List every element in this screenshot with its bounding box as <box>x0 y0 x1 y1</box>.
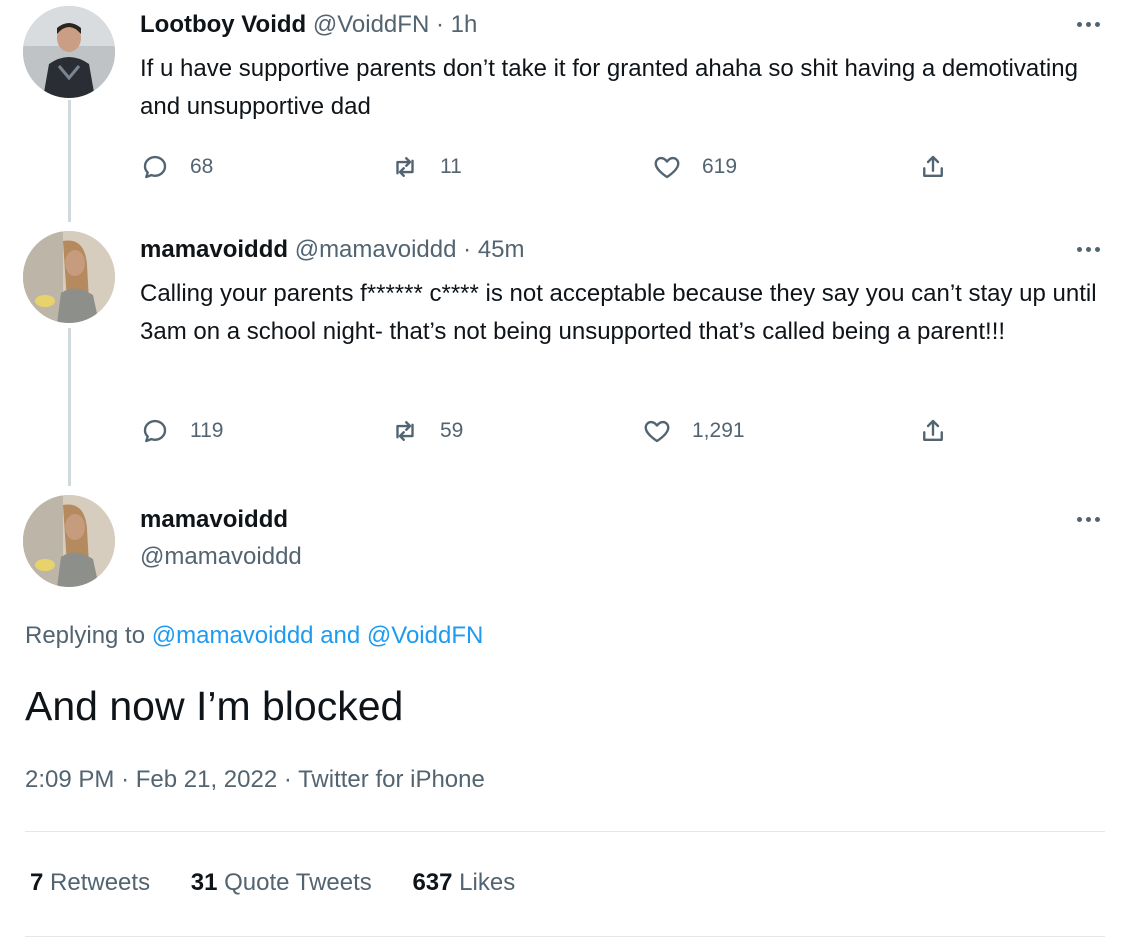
retweets-stat[interactable]: 7 Retweets <box>30 869 150 896</box>
reply-count: 68 <box>190 155 214 178</box>
avatar-image <box>23 6 115 98</box>
reply-mention-and: and <box>320 622 361 649</box>
reply-icon <box>140 152 170 182</box>
thread-line <box>68 328 71 486</box>
replying-prefix: Replying to <box>25 622 146 649</box>
quote-tweets-stat[interactable]: 31 Quote Tweets <box>191 869 372 896</box>
more-icon[interactable] <box>1068 239 1108 259</box>
focal-tweet-text: And now I’m blocked <box>25 683 404 729</box>
reply-mention-link[interactable]: @mamavoiddd <box>152 622 314 649</box>
handle[interactable]: @mamavoiddd <box>295 236 457 263</box>
tweet-date[interactable]: Feb 21, 2022 <box>136 766 277 793</box>
reply-button[interactable]: 119 <box>140 416 223 446</box>
tweet-time[interactable]: 2:09 PM <box>25 766 114 793</box>
like-button[interactable]: 619 <box>652 152 737 182</box>
retweet-count: 59 <box>440 419 464 442</box>
separator-dot: · <box>121 766 130 793</box>
divider <box>25 831 1105 832</box>
tweet-text: If u have supportive parents don’t take … <box>140 55 1078 120</box>
separator-dot: · <box>283 766 292 793</box>
avatar-mamavoiddd[interactable] <box>23 495 115 587</box>
timestamp[interactable]: 45m <box>478 236 525 263</box>
heart-icon <box>652 152 682 182</box>
reply-icon <box>140 416 170 446</box>
display-name[interactable]: mamavoiddd <box>140 505 288 535</box>
avatar-lootboy-voidd[interactable] <box>23 6 115 98</box>
like-button[interactable]: 1,291 <box>642 416 745 446</box>
separator-dot: · <box>435 11 444 38</box>
retweet-icon <box>390 152 420 182</box>
avatar-image <box>23 231 115 323</box>
timestamp[interactable]: 1h <box>451 11 478 38</box>
quote-tweets-label: Quote Tweets <box>224 869 372 896</box>
reply-mention-link[interactable]: @VoiddFN <box>367 622 483 649</box>
share-icon <box>918 152 948 182</box>
share-button[interactable] <box>918 416 968 446</box>
like-count: 1,291 <box>692 419 745 442</box>
avatar-image <box>23 495 115 587</box>
retweet-count: 11 <box>440 155 462 178</box>
share-button[interactable] <box>918 152 968 182</box>
retweet-button[interactable]: 11 <box>390 152 462 182</box>
share-icon <box>918 416 948 446</box>
more-icon[interactable] <box>1068 14 1108 34</box>
reply-count: 119 <box>190 419 224 442</box>
retweets-label: Retweets <box>50 869 151 896</box>
retweet-icon <box>390 416 420 446</box>
display-name[interactable]: mamavoiddd <box>140 236 288 263</box>
replying-to: Replying to @mamavoiddd and @VoiddFN <box>25 620 483 652</box>
tweet-source[interactable]: Twitter for iPhone <box>298 766 485 793</box>
avatar-mamavoiddd[interactable] <box>23 231 115 323</box>
likes-label: Likes <box>459 869 516 896</box>
retweet-button[interactable]: 59 <box>390 416 463 446</box>
retweets-count: 7 <box>30 869 44 896</box>
more-icon[interactable] <box>1068 509 1108 529</box>
display-name[interactable]: Lootboy Voidd <box>140 11 306 38</box>
divider <box>25 936 1105 937</box>
separator-dot: · <box>463 236 472 263</box>
quote-tweets-count: 31 <box>190 869 218 896</box>
tweet-text: Calling your parents f****** c**** is no… <box>140 280 1097 345</box>
handle[interactable]: @VoiddFN <box>313 11 429 38</box>
tweet-meta: 2:09 PM · Feb 21, 2022 · Twitter for iPh… <box>25 763 485 797</box>
like-count: 619 <box>702 155 738 178</box>
thread-line <box>68 100 71 222</box>
tweet-header: Lootboy Voidd @VoiddFN · 1h <box>140 10 477 40</box>
handle[interactable]: @mamavoiddd <box>140 542 302 572</box>
reply-button[interactable]: 68 <box>140 152 213 182</box>
likes-count: 637 <box>412 869 453 896</box>
engagement-stats: 7 Retweets 31 Quote Tweets 637 Likes <box>30 866 549 900</box>
heart-icon <box>642 416 672 446</box>
likes-stat[interactable]: 637 Likes <box>412 869 515 896</box>
tweet-header: mamavoiddd @mamavoiddd · 45m <box>140 235 525 265</box>
